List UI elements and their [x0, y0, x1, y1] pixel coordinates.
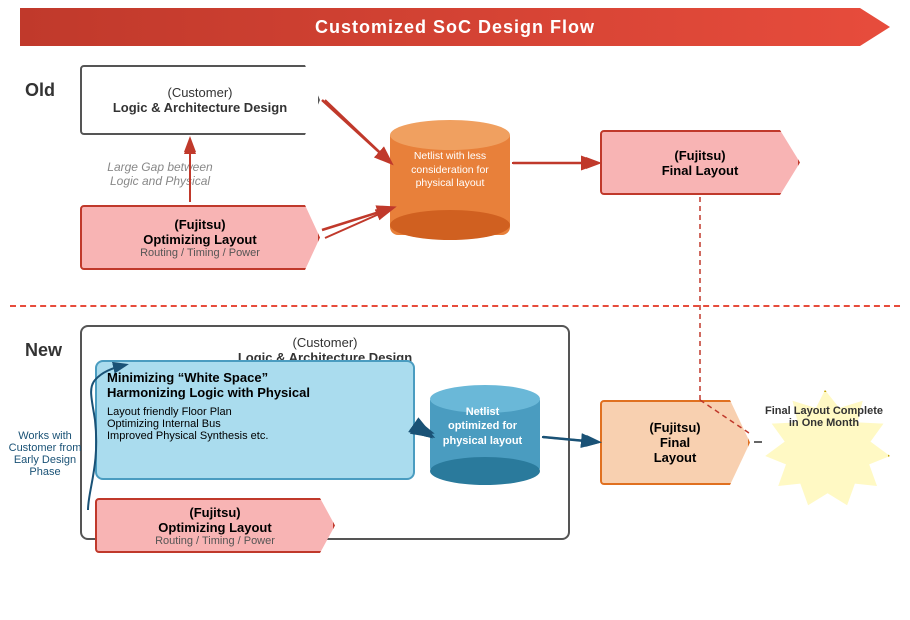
- fujitsu-box-new: (Fujitsu) Optimizing Layout Routing / Ti…: [95, 498, 335, 553]
- inner-blue-b3: Improved Physical Synthesis etc.: [107, 430, 403, 442]
- fujitsu-new-line3: Routing / Timing / Power: [155, 535, 275, 547]
- cylinder-new-t1: Netlist: [430, 405, 535, 419]
- customer-old-line1: (Customer): [167, 85, 232, 100]
- final-new-line1: (Fujitsu): [649, 420, 700, 435]
- starburst-text: Final Layout Complete in One Month: [758, 395, 890, 439]
- fujitsu-old-line1: (Fujitsu): [174, 217, 225, 232]
- section-new-label: New: [25, 340, 62, 361]
- final-old-line1: (Fujitsu): [674, 148, 725, 163]
- cylinder-old-t3: physical layout: [393, 177, 507, 191]
- final-old-line2: Final Layout: [662, 163, 739, 178]
- inner-blue-t2: Harmonizing Logic with Physical: [107, 385, 403, 400]
- fujitsu-old-line3: Routing / Timing / Power: [140, 247, 260, 259]
- fujitsu-old-line2: Optimizing Layout: [143, 232, 256, 247]
- main-container: Customized SoC Design Flow Old New (Cust…: [0, 0, 910, 620]
- final-layout-new: (Fujitsu) Final Layout: [600, 400, 750, 485]
- fujitsu-new-line1: (Fujitsu): [189, 505, 240, 520]
- works-text: Works with Customer from Early Design Ph…: [5, 430, 85, 478]
- section-old-label: Old: [25, 80, 55, 101]
- works-line3: Early Design Phase: [5, 454, 85, 478]
- final-new-line3: Layout: [654, 450, 697, 465]
- inner-blue-box: Minimizing “White Space” Harmonizing Log…: [95, 360, 415, 480]
- inner-blue-b2: Optimizing Internal Bus: [107, 418, 403, 430]
- customer-new-line1: (Customer): [82, 335, 568, 350]
- cylinder-new-t2: optimized for: [430, 419, 535, 433]
- top-banner: Customized SoC Design Flow: [20, 8, 890, 46]
- cylinder-new-t3: physical layout: [430, 434, 535, 448]
- inner-blue-b1: Layout friendly Floor Plan: [107, 406, 403, 418]
- fujitsu-box-old: (Fujitsu) Optimizing Layout Routing / Ti…: [80, 205, 320, 270]
- gap-text: Large Gap between Logic and Physical: [90, 160, 230, 188]
- gap-line2: Logic and Physical: [90, 174, 230, 188]
- customer-old-line2: Logic & Architecture Design: [113, 100, 287, 115]
- final-new-line2: Final: [660, 435, 690, 450]
- fujitsu-new-line2: Optimizing Layout: [158, 520, 271, 535]
- banner-title: Customized SoC Design Flow: [315, 17, 595, 38]
- starburst-line1: Final Layout Complete: [764, 405, 884, 417]
- cylinder-old-text: Netlist with less consideration for phys…: [388, 128, 512, 213]
- gap-line1: Large Gap between: [90, 160, 230, 174]
- works-line2: Customer from: [5, 442, 85, 454]
- section-divider: [10, 305, 900, 307]
- inner-blue-bullets: Layout friendly Floor Plan Optimizing In…: [107, 406, 403, 442]
- inner-blue-t1: Minimizing “White Space”: [107, 370, 403, 385]
- cylinder-old-t2: consideration for: [393, 164, 507, 178]
- cylinder-old-bottom: [390, 210, 510, 240]
- final-layout-old: (Fujitsu) Final Layout: [600, 130, 800, 195]
- customer-box-old: (Customer) Logic & Architecture Design: [80, 65, 320, 135]
- cylinder-old-t1: Netlist with less: [393, 150, 507, 164]
- cylinder-new-text: Netlist optimized for physical layout: [425, 385, 540, 468]
- starburst-line2: in One Month: [764, 417, 884, 429]
- works-line1: Works with: [5, 430, 85, 442]
